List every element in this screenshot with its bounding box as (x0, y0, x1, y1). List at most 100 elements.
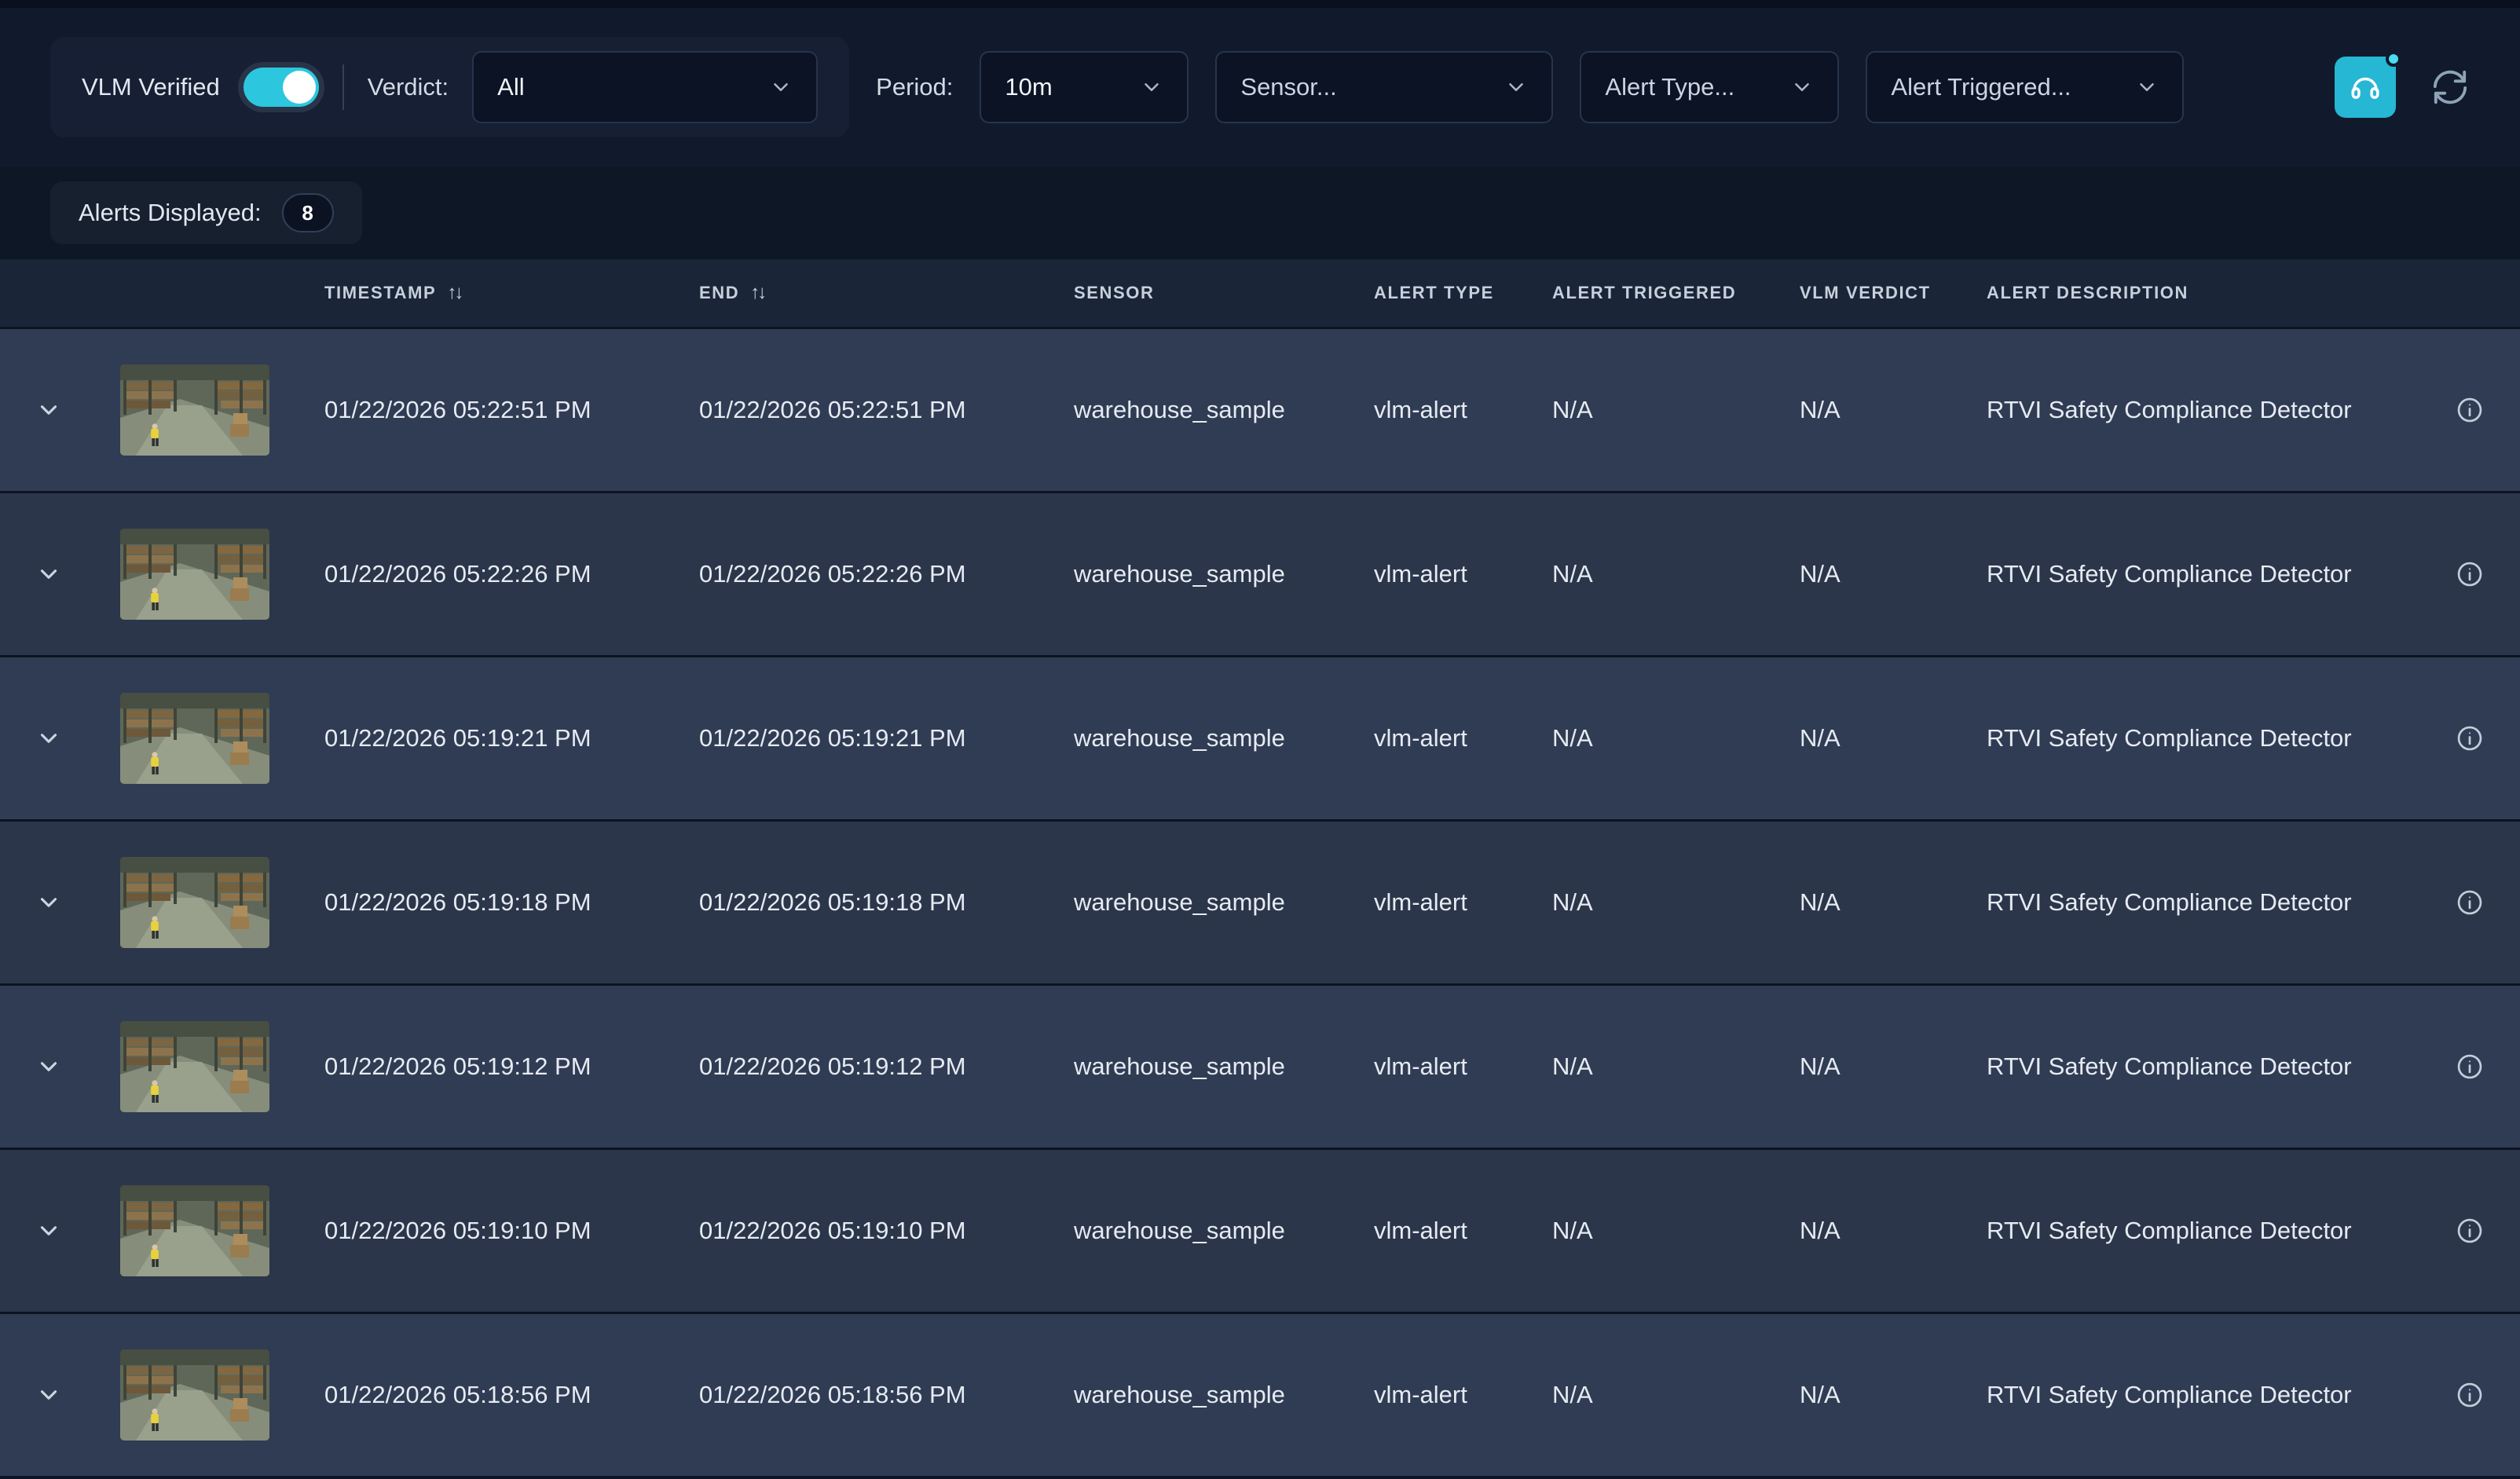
chevron-down-icon (35, 889, 62, 916)
timestamp-cell: 01/22/2026 05:22:26 PM (324, 560, 699, 588)
topbar-actions (2335, 57, 2470, 118)
alert-type-cell: vlm-alert (1374, 560, 1552, 588)
row-info-button[interactable] (2419, 724, 2520, 752)
warehouse-scene-image (120, 693, 269, 784)
row-expand-button[interactable] (0, 657, 97, 819)
refresh-icon (2432, 69, 2468, 105)
refresh-button[interactable] (2430, 68, 2470, 107)
sensor-cell: warehouse_sample (1074, 1217, 1374, 1245)
alert-table-row: 01/22/2026 05:19:21 PM 01/22/2026 05:19:… (0, 655, 2520, 819)
sensor-cell: warehouse_sample (1074, 1053, 1374, 1081)
row-expand-button[interactable] (0, 1150, 97, 1312)
vlm-verified-label: VLM Verified (82, 73, 220, 101)
end-cell: 01/22/2026 05:19:21 PM (699, 724, 1074, 752)
alert-thumbnail[interactable] (120, 693, 269, 784)
chevron-down-icon (35, 1217, 62, 1244)
timestamp-cell: 01/22/2026 05:22:51 PM (324, 396, 699, 424)
alert-thumbnail[interactable] (120, 1185, 269, 1276)
row-info-button[interactable] (2419, 1217, 2520, 1245)
column-header-vlm-verdict: VLM VERDICT (1800, 283, 1987, 303)
summary-bar: Alerts Displayed: 8 (0, 167, 2520, 259)
verdict-dropdown-value: All (497, 73, 524, 101)
row-expand-button[interactable] (0, 1314, 97, 1476)
alert-type-dropdown[interactable]: Alert Type... (1580, 51, 1839, 123)
alerts-table-body: 01/22/2026 05:22:51 PM 01/22/2026 05:22:… (0, 327, 2520, 1476)
column-header-alert-description: ALERT DESCRIPTION (1987, 283, 2419, 303)
alert-type-cell: vlm-alert (1374, 1217, 1552, 1245)
row-info-button[interactable] (2419, 1053, 2520, 1081)
alert-table-row: 01/22/2026 05:19:18 PM 01/22/2026 05:19:… (0, 819, 2520, 983)
info-icon (2456, 724, 2484, 752)
column-header-end[interactable]: END ↑↓ (699, 282, 1074, 304)
alert-description-cell: RTVI Safety Compliance Detector (1987, 1381, 2419, 1409)
sensor-cell: warehouse_sample (1074, 560, 1374, 588)
alert-description-cell: RTVI Safety Compliance Detector (1987, 396, 2419, 424)
alert-thumbnail[interactable] (120, 857, 269, 948)
alert-triggered-cell: N/A (1552, 1053, 1800, 1081)
alert-type-cell: vlm-alert (1374, 1053, 1552, 1081)
sensor-cell: warehouse_sample (1074, 1381, 1374, 1409)
toggle-knob (283, 71, 316, 104)
alert-thumbnail[interactable] (120, 1349, 269, 1441)
alert-table-row: 01/22/2026 05:19:12 PM 01/22/2026 05:19:… (0, 983, 2520, 1148)
end-cell: 01/22/2026 05:19:18 PM (699, 888, 1074, 917)
column-header-timestamp[interactable]: TIMESTAMP ↑↓ (324, 282, 699, 304)
row-info-button[interactable] (2419, 560, 2520, 588)
alert-thumbnail[interactable] (120, 529, 269, 620)
divider (342, 64, 344, 110)
period-label: Period: (876, 73, 953, 101)
chevron-down-icon (35, 725, 62, 752)
alert-triggered-dropdown-value: Alert Triggered... (1891, 73, 2071, 101)
timestamp-cell: 01/22/2026 05:18:56 PM (324, 1381, 699, 1409)
column-header-sensor: SENSOR (1074, 283, 1374, 303)
end-cell: 01/22/2026 05:22:26 PM (699, 560, 1074, 588)
sort-icon[interactable]: ↑↓ (750, 282, 764, 304)
chevron-down-icon (1140, 75, 1163, 99)
timestamp-cell: 01/22/2026 05:19:21 PM (324, 724, 699, 752)
vlm-verdict-cell: N/A (1800, 560, 1987, 588)
sort-icon[interactable]: ↑↓ (447, 282, 461, 304)
alert-description-cell: RTVI Safety Compliance Detector (1987, 724, 2419, 752)
end-cell: 01/22/2026 05:19:10 PM (699, 1217, 1074, 1245)
alert-triggered-dropdown[interactable]: Alert Triggered... (1866, 51, 2184, 123)
thumbnail-cell (97, 529, 324, 620)
chevron-down-icon (35, 1382, 62, 1408)
alert-type-cell: vlm-alert (1374, 396, 1552, 424)
row-expand-button[interactable] (0, 493, 97, 655)
alerts-displayed-pill: Alerts Displayed: 8 (50, 181, 362, 244)
alert-type-cell: vlm-alert (1374, 888, 1552, 917)
row-expand-button[interactable] (0, 822, 97, 983)
end-cell: 01/22/2026 05:18:56 PM (699, 1381, 1074, 1409)
alert-triggered-cell: N/A (1552, 724, 1800, 752)
row-info-button[interactable] (2419, 396, 2520, 424)
alert-table-row: 01/22/2026 05:22:51 PM 01/22/2026 05:22:… (0, 327, 2520, 491)
verdict-dropdown[interactable]: All (472, 51, 818, 123)
end-cell: 01/22/2026 05:19:12 PM (699, 1053, 1074, 1081)
alert-table-row: 01/22/2026 05:18:56 PM 01/22/2026 05:18:… (0, 1312, 2520, 1476)
row-expand-button[interactable] (0, 986, 97, 1148)
alert-triggered-cell: N/A (1552, 396, 1800, 424)
alert-thumbnail[interactable] (120, 364, 269, 456)
period-dropdown[interactable]: 10m (980, 51, 1189, 123)
column-header-alert-triggered: ALERT TRIGGERED (1552, 283, 1800, 303)
row-info-button[interactable] (2419, 888, 2520, 917)
vlm-verdict-cell: N/A (1800, 888, 1987, 917)
chevron-down-icon (1504, 75, 1528, 99)
alert-thumbnail[interactable] (120, 1021, 269, 1112)
alert-description-cell: RTVI Safety Compliance Detector (1987, 560, 2419, 588)
info-icon (2456, 396, 2484, 424)
row-expand-button[interactable] (0, 329, 97, 491)
row-info-button[interactable] (2419, 1381, 2520, 1409)
vlm-verdict-cell: N/A (1800, 1053, 1987, 1081)
sensor-dropdown[interactable]: Sensor... (1215, 51, 1553, 123)
period-dropdown-value: 10m (1005, 73, 1052, 101)
thumbnail-cell (97, 1021, 324, 1112)
info-icon (2456, 1217, 2484, 1245)
vlm-verified-toggle[interactable] (244, 68, 319, 107)
ai-assistant-button[interactable] (2335, 57, 2396, 118)
chevron-down-icon (1790, 75, 1814, 99)
filter-bar: VLM Verified Verdict: All Period: 10m Se… (0, 0, 2520, 167)
alert-type-dropdown-value: Alert Type... (1605, 73, 1734, 101)
alert-type-cell: vlm-alert (1374, 724, 1552, 752)
headset-icon (2349, 71, 2382, 104)
